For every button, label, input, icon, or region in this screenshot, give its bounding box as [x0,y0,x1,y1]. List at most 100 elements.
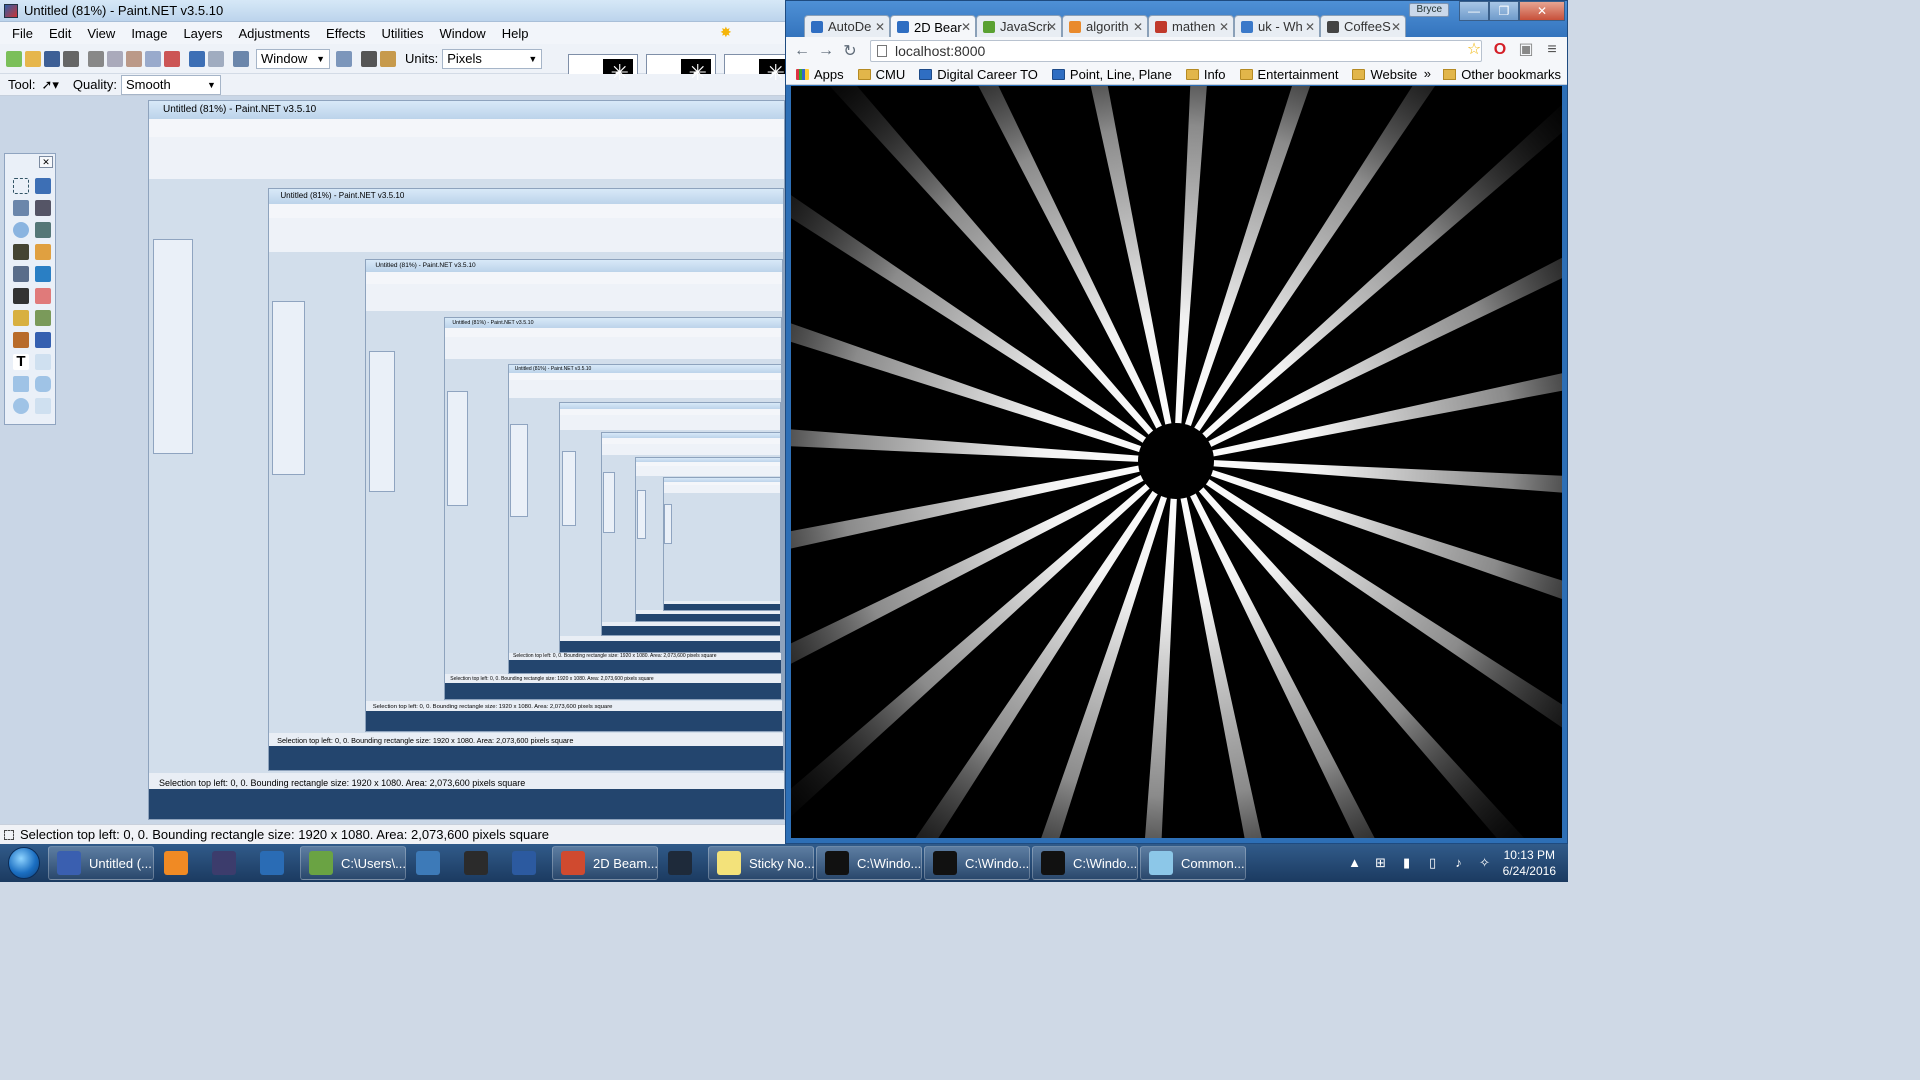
tab-close-icon[interactable]: ✕ [1047,20,1057,34]
taskbar-button[interactable] [660,846,706,880]
quality-select[interactable]: Smooth ▼ [120,74,221,95]
pencil-icon[interactable] [13,310,29,326]
ellipse-icon[interactable] [13,398,29,414]
taskbar-button[interactable]: 2D Beam... [552,846,658,880]
update-sparkle-icon[interactable]: ✸ [720,24,732,41]
menu-help[interactable]: Help [494,26,537,41]
pan-icon[interactable] [35,244,51,260]
dropbox-icon[interactable]: ✧ [1477,855,1493,871]
bookmark-star-icon[interactable]: ☆ [1465,41,1483,59]
ellipse-select-icon[interactable] [13,222,29,238]
menu-file[interactable]: File [4,26,41,41]
windows-flag-icon[interactable]: ⊞ [1373,855,1389,871]
recolor-icon[interactable] [35,332,51,348]
maximize-icon[interactable]: ❐ [1489,1,1519,21]
tray-expand-icon[interactable]: ▲ [1347,855,1363,871]
forward-arrow-icon[interactable]: → [816,42,836,60]
undo-icon[interactable] [189,50,205,67]
menu-view[interactable]: View [79,26,123,41]
menu-edit[interactable]: Edit [41,26,79,41]
tab-close-icon[interactable]: ✕ [1391,20,1401,34]
menu-utilities[interactable]: Utilities [374,26,432,41]
browser-tab[interactable]: CoffeeS ✕ [1320,15,1406,37]
move-icon[interactable] [35,200,51,216]
browser-tab[interactable]: JavaScri ✕ [976,15,1062,37]
bookmarks-overflow[interactable]: » [1424,66,1431,81]
save-icon[interactable] [44,50,60,67]
tab-close-icon[interactable]: ✕ [1305,20,1315,34]
color-picker-icon[interactable] [35,310,51,326]
text-icon[interactable]: T [13,354,29,370]
paintnet-title-bar[interactable]: Untitled (81%) - Paint.NET v3.5.10 [0,0,785,22]
device-icon[interactable]: ▯ [1425,855,1441,871]
start-button[interactable] [0,844,48,882]
tab-close-icon[interactable]: ✕ [1133,20,1143,34]
move-selection-icon[interactable] [35,178,51,194]
image-canvas[interactable]: Untitled (81%) - Paint.NET v3.5.10 Select… [148,100,785,820]
crop-icon[interactable] [145,50,161,67]
zoom-icon[interactable] [233,50,249,67]
taskbar-button[interactable]: C:\Windo... [1032,846,1138,880]
back-arrow-icon[interactable]: ← [792,42,812,60]
taskbar-button[interactable]: C:\Windo... [924,846,1030,880]
zoom-tool-icon[interactable] [35,222,51,238]
menu-layers[interactable]: Layers [175,26,230,41]
address-bar[interactable]: localhost:8000 [870,40,1482,62]
tab-close-icon[interactable]: ✕ [1219,20,1229,34]
tab-close-icon[interactable]: ✕ [875,20,885,34]
rectangle-icon[interactable] [13,376,29,392]
reload-icon[interactable]: ↻ [840,41,860,61]
menu-icon[interactable]: ≡ [1543,41,1561,59]
taskbar-button[interactable]: Untitled (... [48,846,154,880]
profile-badge[interactable]: Bryce [1409,3,1449,17]
copy-icon[interactable] [107,50,123,67]
minimize-icon[interactable]: — [1459,1,1489,21]
tab-close-icon[interactable]: ✕ [961,20,971,34]
opera-extension-icon[interactable]: O [1491,41,1509,59]
eraser-icon[interactable] [35,288,51,304]
print-icon[interactable] [63,50,79,67]
paint-bucket-icon[interactable] [13,266,29,282]
window-select[interactable]: Window ▼ [256,48,330,69]
menu-image[interactable]: Image [123,26,175,41]
menu-adjustments[interactable]: Adjustments [230,26,318,41]
browser-tab[interactable]: algorith ✕ [1062,15,1148,37]
rectangle-select-icon[interactable] [13,178,29,194]
taskbar-button[interactable]: C:\Users\... [300,846,406,880]
gradient-icon[interactable] [35,266,51,282]
cut-icon[interactable] [88,50,104,67]
taskbar-button[interactable]: Common... [1140,846,1246,880]
paintbrush-icon[interactable] [13,288,29,304]
taskbar-button[interactable] [204,846,250,880]
taskbar-button[interactable] [156,846,202,880]
grid-icon[interactable] [361,50,377,67]
bookmark-item[interactable]: Info [1185,67,1226,82]
line-curve-icon[interactable] [35,354,51,370]
zoom-in-icon[interactable] [336,50,352,67]
network-icon[interactable]: ▮ [1399,855,1415,871]
other-bookmarks[interactable]: Other bookmarks [1443,67,1561,82]
window-close-icon[interactable]: ✕ [1519,1,1565,21]
browser-tab[interactable]: uk - Wh ✕ [1234,15,1320,37]
rounded-rectangle-icon[interactable] [35,376,51,392]
deselect-icon[interactable] [164,50,180,67]
extension-icon[interactable]: ▣ [1517,41,1535,59]
taskbar-button[interactable] [456,846,502,880]
bookmark-item[interactable]: Digital Career TO [919,67,1038,82]
clock[interactable]: 10:13 PM 6/24/2016 [1503,847,1556,879]
freeform-shape-icon[interactable] [35,398,51,414]
menu-window[interactable]: Window [431,26,493,41]
open-icon[interactable] [25,50,41,67]
menu-effects[interactable]: Effects [318,26,374,41]
taskbar-button[interactable]: C:\Windo... [816,846,922,880]
taskbar-button[interactable]: Sticky No... [708,846,815,880]
bookmark-item[interactable]: Entertainment [1239,67,1338,82]
clone-stamp-icon[interactable] [13,332,29,348]
taskbar-button[interactable] [252,846,298,880]
units-select[interactable]: Pixels ▼ [442,48,543,69]
browser-tab[interactable]: 2D Bear ✕ [890,15,976,38]
bookmark-item[interactable]: CMU [857,67,905,82]
ruler-icon[interactable] [380,50,396,67]
paste-icon[interactable] [126,50,142,67]
page-viewport[interactable] [791,86,1562,838]
